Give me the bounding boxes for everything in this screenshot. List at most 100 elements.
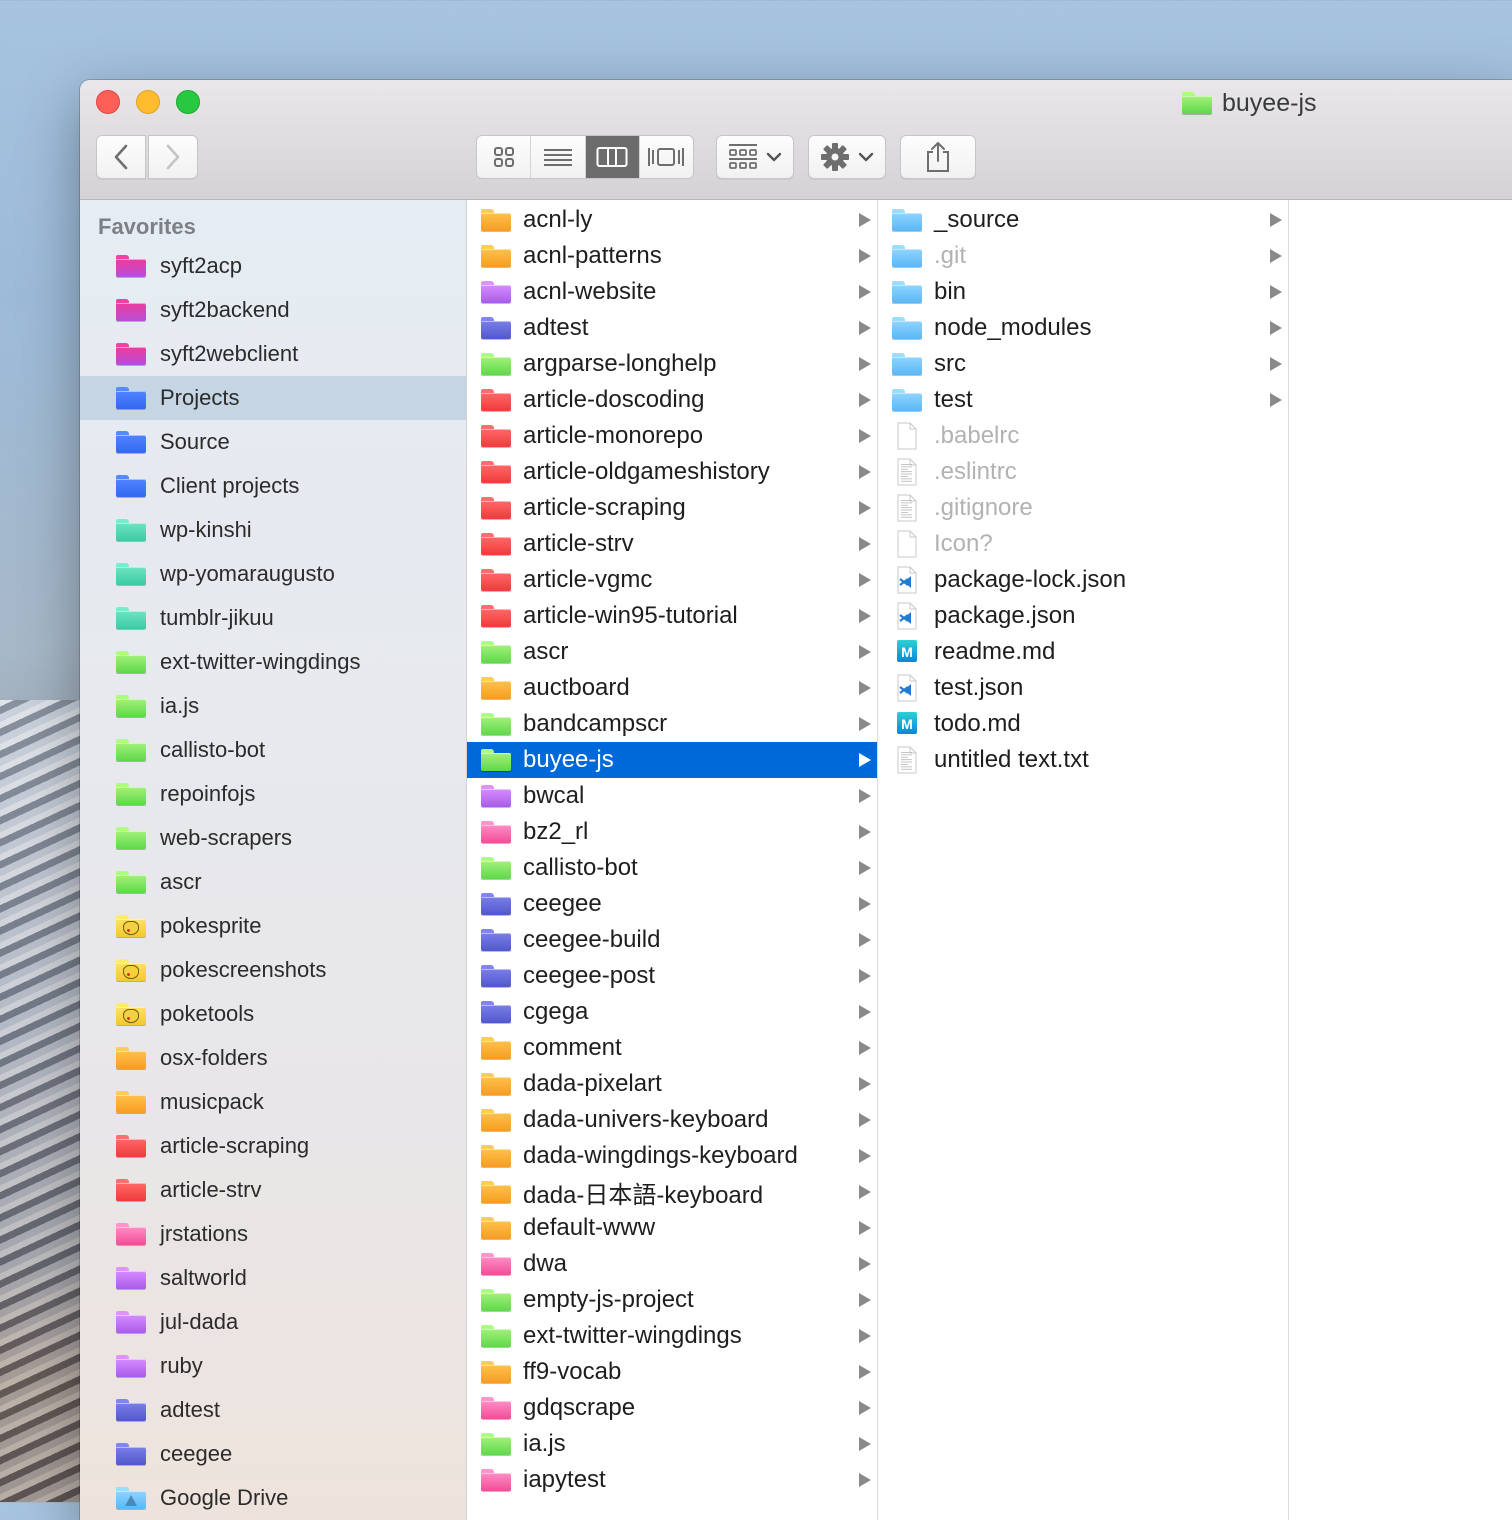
minimize-button[interactable]	[136, 90, 160, 114]
folder-row[interactable]: dada-日本語-keyboard	[467, 1174, 877, 1210]
folder-row[interactable]: bandcampscr	[467, 706, 877, 742]
share-button[interactable]	[900, 135, 976, 179]
folder-row[interactable]: acnl-website	[467, 274, 877, 310]
sidebar-item-adtest[interactable]: adtest	[80, 1388, 466, 1432]
folder-row[interactable]: ceegee-build	[467, 922, 877, 958]
sidebar-item-ext-twitter-wingdings[interactable]: ext-twitter-wingdings	[80, 640, 466, 684]
file-row[interactable]: .gitignore	[878, 490, 1288, 526]
file-row[interactable]: Mtodo.md	[878, 706, 1288, 742]
folder-row[interactable]: article-oldgameshistory	[467, 454, 877, 490]
folder-row[interactable]: gdqscrape	[467, 1390, 877, 1426]
sidebar-item-musicpack[interactable]: musicpack	[80, 1080, 466, 1124]
file-row[interactable]: Mreadme.md	[878, 634, 1288, 670]
arrange-button[interactable]	[716, 135, 794, 179]
sidebar-item-ascr[interactable]: ascr	[80, 860, 466, 904]
folder-row[interactable]: argparse-longhelp	[467, 346, 877, 382]
folder-row[interactable]: ceegee	[467, 886, 877, 922]
list-view-button[interactable]	[531, 136, 586, 178]
sidebar-item-client-projects[interactable]: Client projects	[80, 464, 466, 508]
sidebar-item-jul-dada[interactable]: jul-dada	[80, 1300, 466, 1344]
sidebar-item-source[interactable]: Source	[80, 420, 466, 464]
folder-row[interactable]: bz2_rl	[467, 814, 877, 850]
file-row[interactable]: untitled text.txt	[878, 742, 1288, 778]
folder-row[interactable]: article-scraping	[467, 490, 877, 526]
folder-row[interactable]: ia.js	[467, 1426, 877, 1462]
folder-row[interactable]: bwcal	[467, 778, 877, 814]
folder-row[interactable]: node_modules	[878, 310, 1288, 346]
folder-row[interactable]: iapytest	[467, 1462, 877, 1498]
sidebar-item-wp-yomaraugusto[interactable]: wp-yomaraugusto	[80, 552, 466, 596]
folder-row[interactable]: ff9-vocab	[467, 1354, 877, 1390]
gallery-view-button[interactable]	[640, 136, 693, 178]
sidebar-item-projects[interactable]: Projects	[80, 376, 466, 420]
folder-row[interactable]: empty-js-project	[467, 1282, 877, 1318]
disclosure-triangle-icon	[859, 285, 871, 299]
sidebar-item-web-scrapers[interactable]: web-scrapers	[80, 816, 466, 860]
column-buyee-js[interactable]: _source .git bin node_modules src test .babelr…	[878, 200, 1289, 1520]
sidebar-item-poketools[interactable]: poketools	[80, 992, 466, 1036]
file-row[interactable]: package.json	[878, 598, 1288, 634]
folder-row[interactable]: test	[878, 382, 1288, 418]
close-button[interactable]	[96, 90, 120, 114]
folder-row[interactable]: article-monorepo	[467, 418, 877, 454]
folder-row[interactable]: .git	[878, 238, 1288, 274]
sidebar-item-ceegee[interactable]: ceegee	[80, 1432, 466, 1476]
sidebar-item-ruby[interactable]: ruby	[80, 1344, 466, 1388]
folder-row[interactable]: adtest	[467, 310, 877, 346]
folder-row[interactable]: auctboard	[467, 670, 877, 706]
sidebar-item-syft2backend[interactable]: syft2backend	[80, 288, 466, 332]
sidebar-item-tumblr-jikuu[interactable]: tumblr-jikuu	[80, 596, 466, 640]
sidebar-item-ia-js[interactable]: ia.js	[80, 684, 466, 728]
disclosure-triangle-icon	[859, 1221, 871, 1235]
folder-row[interactable]: dada-wingdings-keyboard	[467, 1138, 877, 1174]
sidebar-item-repoinfojs[interactable]: repoinfojs	[80, 772, 466, 816]
sidebar-item-pokesprite[interactable]: pokesprite	[80, 904, 466, 948]
folder-row[interactable]: callisto-bot	[467, 850, 877, 886]
back-button[interactable]	[96, 135, 146, 179]
file-row[interactable]: Icon?	[878, 526, 1288, 562]
folder-row[interactable]: ext-twitter-wingdings	[467, 1318, 877, 1354]
file-row[interactable]: .babelrc	[878, 418, 1288, 454]
sidebar-item-jrstations[interactable]: jrstations	[80, 1212, 466, 1256]
folder-row[interactable]: ascr	[467, 634, 877, 670]
folder-row[interactable]: src	[878, 346, 1288, 382]
file-row[interactable]: test.json	[878, 670, 1288, 706]
folder-row[interactable]: acnl-ly	[467, 202, 877, 238]
column-view-button[interactable]	[585, 136, 640, 178]
folder-row[interactable]: article-win95-tutorial	[467, 598, 877, 634]
file-row[interactable]: package-lock.json	[878, 562, 1288, 598]
sidebar-item-google-drive[interactable]: Google Drive	[80, 1476, 466, 1520]
icon-view-button[interactable]	[477, 136, 532, 178]
sidebar-item-saltworld[interactable]: saltworld	[80, 1256, 466, 1300]
disclosure-triangle-icon	[859, 1185, 871, 1199]
sidebar-item-article-strv[interactable]: article-strv	[80, 1168, 466, 1212]
folder-row[interactable]: bin	[878, 274, 1288, 310]
folder-row[interactable]: dwa	[467, 1246, 877, 1282]
folder-row[interactable]: article-strv	[467, 526, 877, 562]
folder-row[interactable]: acnl-patterns	[467, 238, 877, 274]
sidebar-item-pokescreenshots[interactable]: pokescreenshots	[80, 948, 466, 992]
sidebar-item-syft2webclient[interactable]: syft2webclient	[80, 332, 466, 376]
folder-row[interactable]: dada-univers-keyboard	[467, 1102, 877, 1138]
folder-row[interactable]: _source	[878, 202, 1288, 238]
forward-button[interactable]	[148, 135, 198, 179]
folder-row[interactable]: ceegee-post	[467, 958, 877, 994]
folder-row[interactable]: cgega	[467, 994, 877, 1030]
folder-row[interactable]: article-doscoding	[467, 382, 877, 418]
folder-row[interactable]: default-www	[467, 1210, 877, 1246]
sidebar-item-label: repoinfojs	[160, 781, 256, 806]
column-projects[interactable]: acnl-ly acnl-patterns acnl-website adtest ar…	[467, 200, 878, 1520]
folder-row[interactable]: dada-pixelart	[467, 1066, 877, 1102]
sidebar-item-article-scraping[interactable]: article-scraping	[80, 1124, 466, 1168]
sidebar-item-osx-folders[interactable]: osx-folders	[80, 1036, 466, 1080]
zoom-button[interactable]	[176, 90, 200, 114]
folder-row[interactable]: comment	[467, 1030, 877, 1066]
folder-row[interactable]: buyee-js	[467, 742, 877, 778]
action-button[interactable]	[808, 135, 886, 179]
folder-row[interactable]: article-vgmc	[467, 562, 877, 598]
sidebar-item-wp-kinshi[interactable]: wp-kinshi	[80, 508, 466, 552]
sidebar-item-syft2acp[interactable]: syft2acp	[80, 244, 466, 288]
column-empty[interactable]	[1289, 200, 1512, 1520]
sidebar-item-callisto-bot[interactable]: callisto-bot	[80, 728, 466, 772]
file-row[interactable]: .eslintrc	[878, 454, 1288, 490]
